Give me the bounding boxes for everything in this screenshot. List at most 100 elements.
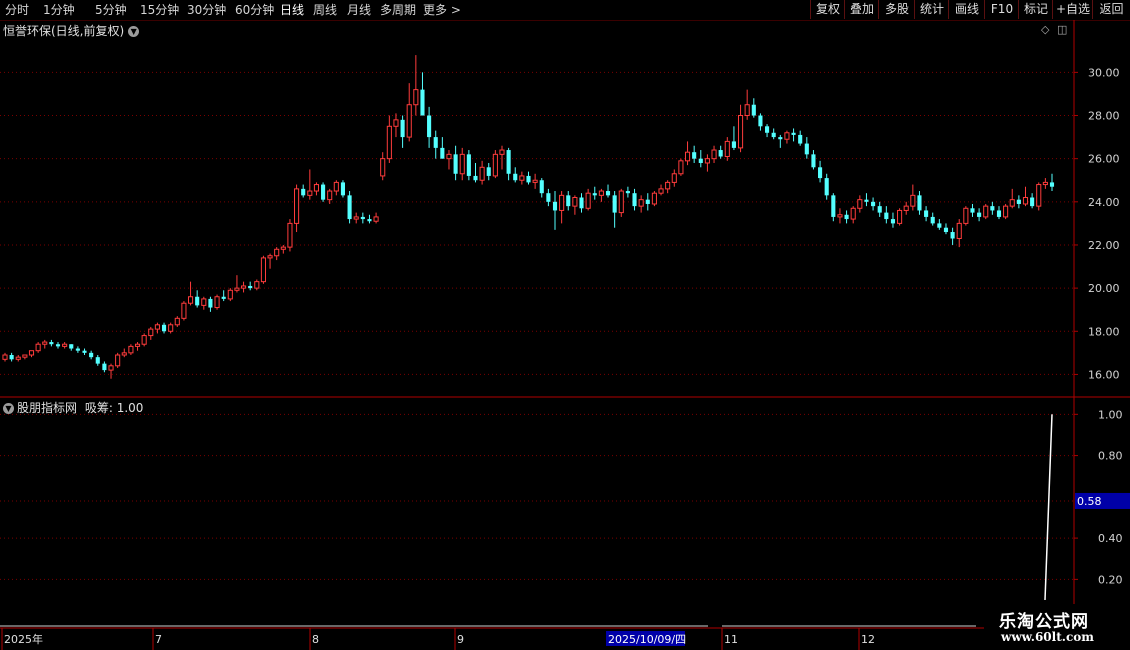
candles — [2, 55, 1055, 379]
candle-body — [1003, 205, 1009, 218]
diamond-icon[interactable]: ◇ — [1041, 23, 1049, 36]
candle — [141, 333, 147, 347]
candle-body — [69, 344, 74, 349]
candle-body — [737, 115, 744, 149]
candle — [208, 296, 213, 312]
candle — [532, 173, 538, 189]
candle — [864, 193, 869, 207]
candle-body — [148, 328, 154, 337]
candle — [678, 158, 684, 176]
candle-body — [638, 199, 644, 207]
candle — [877, 201, 882, 217]
ind-tick-label: 0.40 — [1098, 532, 1123, 545]
candle-body — [990, 206, 995, 211]
candle — [440, 137, 445, 159]
candle — [420, 72, 425, 116]
chevron-down-icon[interactable]: ▼ — [3, 403, 14, 414]
candle-body — [798, 134, 803, 144]
candle — [393, 113, 399, 138]
candle-body — [506, 150, 511, 174]
candle — [791, 128, 796, 142]
candle-body — [818, 167, 823, 179]
candle-body — [519, 175, 525, 181]
ind-tick-label: 1.00 — [1098, 408, 1123, 421]
candle — [897, 208, 903, 226]
candle-body — [15, 356, 21, 360]
candle — [128, 344, 134, 356]
candle-body — [1022, 197, 1029, 205]
candle — [824, 173, 829, 200]
panel-toggle-icon[interactable]: ◫ — [1057, 23, 1067, 36]
candle — [446, 150, 452, 170]
candle — [400, 115, 405, 148]
candle-body — [864, 199, 869, 202]
candle — [307, 169, 313, 200]
y-tick-label: 26.00 — [1088, 153, 1120, 166]
candle-body — [612, 195, 617, 213]
candle-body — [956, 222, 962, 239]
candle — [798, 130, 803, 146]
grid-lines — [0, 71, 1074, 580]
candle — [651, 191, 657, 207]
candle — [386, 115, 392, 163]
candle — [711, 145, 717, 163]
x-axis: 2025年 7 8 9 11 12 2025/10/09/四 — [1, 628, 875, 650]
candle-body — [884, 212, 889, 220]
candle-body — [75, 348, 80, 351]
candle-body — [684, 151, 691, 162]
candle — [221, 290, 226, 302]
candle-body — [831, 195, 836, 217]
candle-body — [208, 298, 213, 308]
y-axis-ticks: 30.00 28.00 26.00 24.00 22.00 20.00 18.00 16.00… — [1074, 66, 1130, 586]
candle-body — [333, 181, 339, 192]
candle-body — [121, 352, 127, 356]
candle — [771, 128, 776, 140]
candle — [765, 124, 770, 138]
candle-body — [618, 190, 624, 214]
candle — [121, 348, 127, 358]
candle-body — [924, 210, 929, 217]
candle — [280, 244, 286, 254]
candle — [506, 147, 511, 181]
candle — [473, 162, 478, 183]
candle — [903, 201, 909, 215]
candle-body — [937, 223, 942, 228]
candle — [313, 182, 320, 196]
candle-body — [857, 199, 863, 209]
x-tick-label: 11 — [724, 633, 738, 646]
candle — [566, 191, 571, 211]
candle-body — [28, 350, 35, 356]
candle-body — [294, 188, 300, 224]
candle-body — [128, 345, 134, 354]
x-tick-label: 12 — [861, 633, 875, 646]
candle — [89, 350, 94, 360]
candle-body — [625, 191, 630, 194]
candle-body — [254, 281, 260, 289]
candle — [22, 354, 28, 360]
candle — [704, 154, 710, 172]
candle-body — [970, 208, 975, 213]
candle — [804, 137, 809, 159]
chevron-down-icon[interactable]: ▼ — [128, 26, 140, 37]
candle-body — [744, 104, 750, 117]
candle-body — [287, 222, 293, 248]
candle-body — [585, 192, 591, 209]
candle-body — [89, 352, 94, 358]
candle — [195, 290, 200, 308]
candle — [254, 279, 260, 291]
candle — [35, 342, 41, 353]
candle — [148, 326, 154, 340]
candle — [187, 281, 194, 306]
candle-body — [440, 147, 445, 159]
indicator-line — [1044, 414, 1053, 601]
candle — [625, 186, 630, 198]
candle — [301, 184, 306, 198]
kline-chart[interactable]: 30.00 28.00 26.00 24.00 22.00 20.00 18.00 16.00… — [0, 0, 1130, 650]
y-tick-label: 24.00 — [1088, 196, 1120, 209]
candle — [1042, 178, 1048, 189]
candle-body — [280, 246, 286, 250]
ind-tick-label: 0.80 — [1098, 450, 1123, 463]
candle — [605, 184, 611, 198]
candle-body — [406, 104, 412, 138]
indicator-plot — [1044, 414, 1053, 601]
